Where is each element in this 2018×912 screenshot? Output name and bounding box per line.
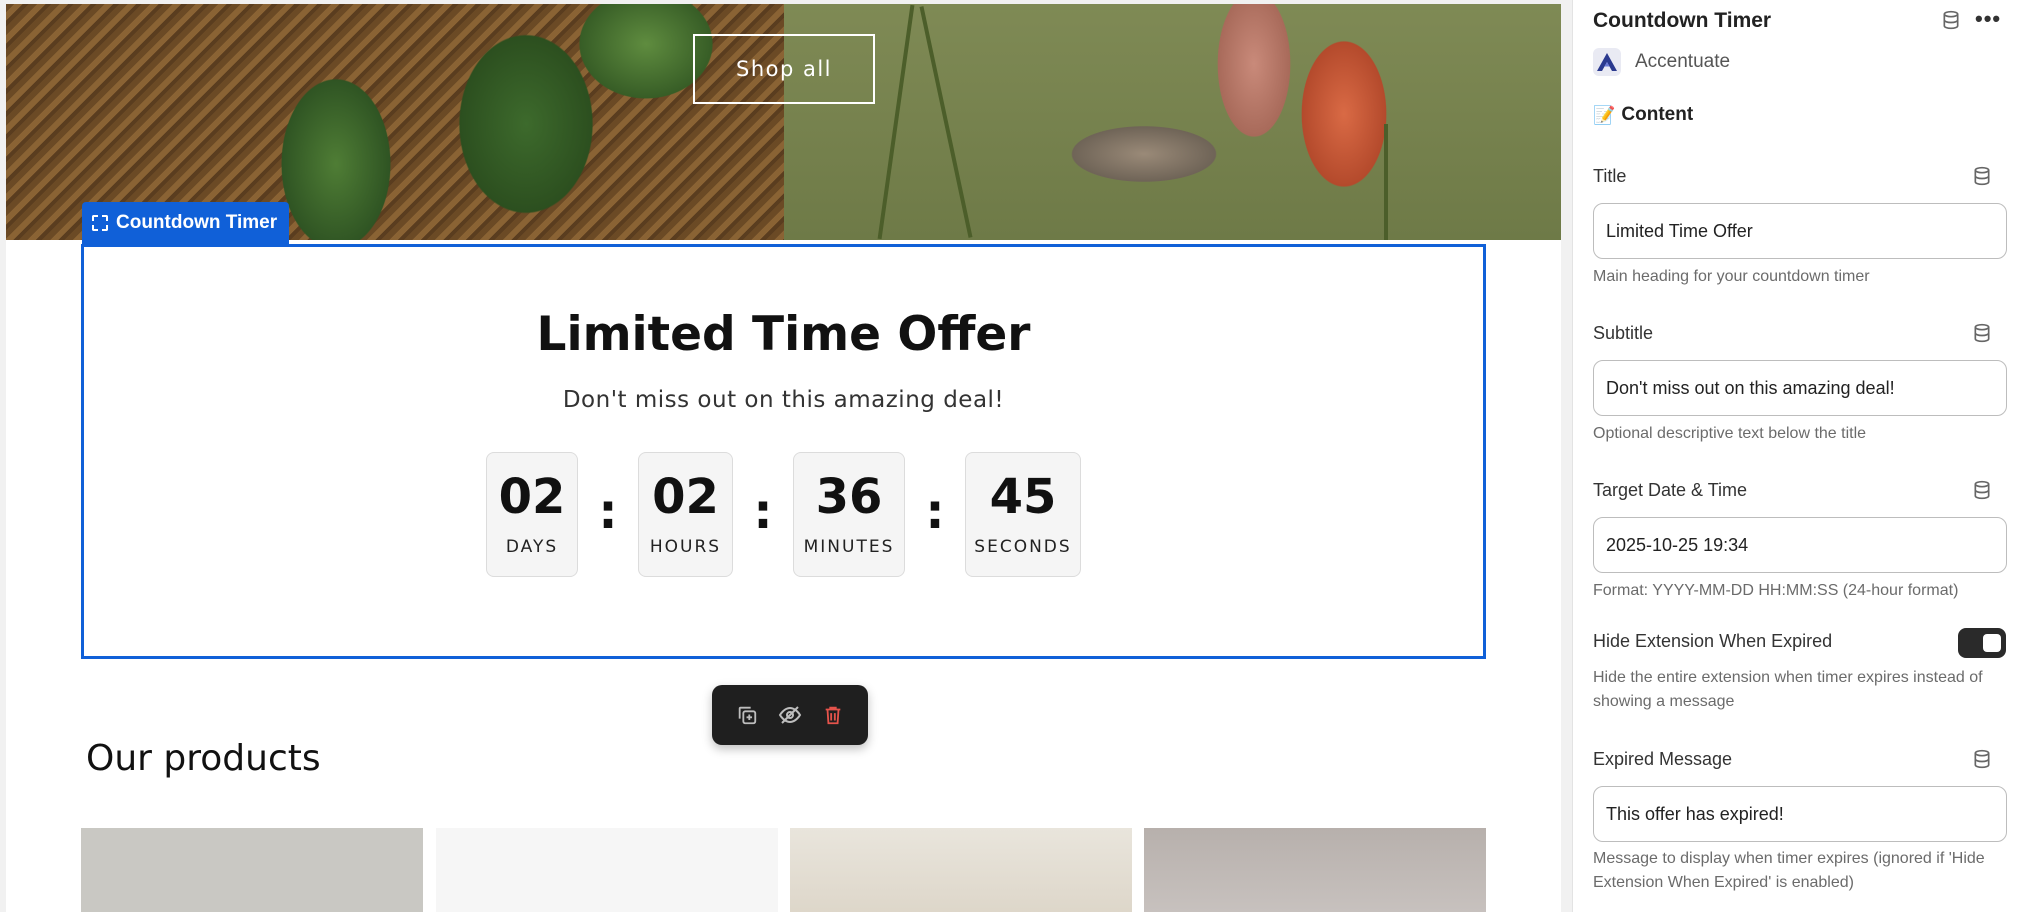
product-card-image[interactable] (790, 828, 1132, 912)
days-value: 02 (498, 468, 566, 525)
delete-icon[interactable] (818, 700, 848, 730)
days-label: DAYS (505, 536, 559, 557)
memo-icon: 📝 (1593, 104, 1616, 125)
dynamic-source-icon[interactable] (1972, 480, 1992, 500)
inspector-panel: Countdown Timer ••• Accentuate 📝 Content… (1572, 0, 2018, 912)
products-heading: Our products (86, 738, 321, 779)
hours-value: 02 (652, 468, 719, 525)
countdown-timer-block[interactable]: Limited Time Offer Don't miss out on thi… (81, 244, 1486, 659)
hours-label: HOURS (649, 536, 722, 557)
time-separator: : (925, 484, 945, 540)
dynamic-source-icon[interactable] (1972, 323, 1992, 343)
minutes-label: MINUTES (803, 536, 895, 557)
selected-block-tag[interactable]: Countdown Timer (82, 202, 290, 244)
seconds-label: SECONDS (974, 536, 1072, 557)
hide-expired-label: Hide Extension When Expired (1593, 631, 1833, 651)
time-separator: : (753, 484, 773, 540)
hero-image-right (784, 4, 1561, 240)
content-section-heading: 📝 Content (1593, 104, 1693, 126)
dynamic-source-icon[interactable] (1941, 10, 1961, 30)
app-name: Accentuate (1635, 51, 1731, 72)
panel-title: Countdown Timer (1593, 9, 1772, 32)
dynamic-source-icon[interactable] (1972, 166, 1992, 186)
title-input[interactable] (1593, 203, 2007, 259)
title-field-label: Title (1593, 166, 1627, 186)
storefront-preview: Shop all Countdown Timer Limited Time Of… (6, 4, 1561, 912)
dynamic-source-icon[interactable] (1972, 749, 1992, 769)
title-help-text: Main heading for your countdown timer (1593, 268, 1870, 285)
shop-all-button[interactable]: Shop all (693, 34, 875, 104)
app-attribution: Accentuate (1593, 48, 1730, 76)
countdown-subtitle: Don't miss out on this amazing deal! (562, 387, 1005, 413)
expired-message-input[interactable] (1593, 786, 2007, 842)
hide-expired-toggle[interactable] (1958, 628, 2006, 658)
target-date-help-text: Format: YYYY-MM-DD HH:MM:SS (24-hour for… (1593, 582, 1959, 599)
countdown-title: Limited Time Offer (536, 307, 1031, 362)
subtitle-help-text: Optional descriptive text below the titl… (1593, 425, 1867, 442)
expired-message-field-label: Expired Message (1593, 749, 1733, 769)
seconds-unit: 45 SECONDS (965, 452, 1081, 577)
countdown-timer-row: 02 DAYS : 02 HOURS : 36 MINUTES : 45 SEC… (84, 452, 1483, 577)
product-card-image[interactable] (81, 828, 423, 912)
selected-block-label: Countdown Timer (116, 212, 278, 233)
section-heading-label: Content (1621, 104, 1694, 125)
target-date-input[interactable] (1593, 517, 2007, 573)
more-options-icon[interactable]: ••• (1975, 6, 2001, 32)
duplicate-icon[interactable] (732, 700, 762, 730)
hide-expired-help-text: Hide the entire extension when timer exp… (1593, 669, 1983, 710)
target-date-field-label: Target Date & Time (1593, 480, 1748, 500)
minutes-value: 36 (815, 468, 883, 525)
subtitle-field-label: Subtitle (1593, 323, 1654, 343)
time-separator: : (598, 484, 618, 540)
toggle-knob (1983, 634, 2001, 652)
expired-message-help-text: Message to display when timer expires (i… (1593, 850, 1985, 891)
preview-canvas: Shop all Countdown Timer Limited Time Of… (0, 0, 1572, 912)
subtitle-input[interactable] (1593, 360, 2007, 416)
select-frame-icon (92, 215, 108, 231)
hide-icon[interactable] (775, 700, 805, 730)
block-toolbar (712, 685, 868, 745)
days-unit: 02 DAYS (486, 452, 578, 577)
product-card-image[interactable] (436, 828, 778, 912)
hours-unit: 02 HOURS (638, 452, 733, 577)
minutes-unit: 36 MINUTES (793, 452, 905, 577)
seconds-value: 45 (989, 468, 1057, 525)
product-card-image[interactable] (1144, 828, 1486, 912)
accentuate-logo-icon (1593, 48, 1621, 76)
